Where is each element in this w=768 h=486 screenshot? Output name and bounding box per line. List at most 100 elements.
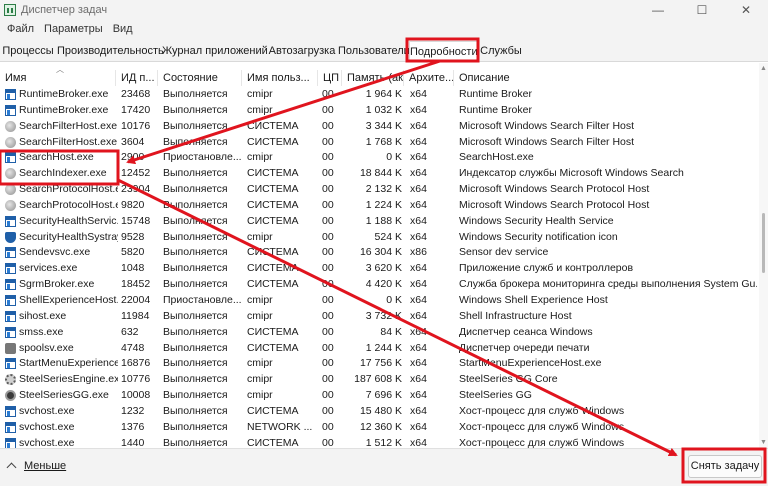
window-icon bbox=[5, 263, 16, 275]
process-name: svchost.exe bbox=[19, 404, 75, 417]
table-row[interactable]: SearchIndexer.exe 12452 Выполняется СИСТЕМА… bbox=[0, 166, 768, 182]
window-icon bbox=[5, 247, 16, 259]
cell-arch: x64 bbox=[410, 262, 427, 275]
scroll-up-icon[interactable]: ▲ bbox=[760, 65, 767, 72]
table-row[interactable]: SearchProtocolHost.e...23904 Выполняется С… bbox=[0, 182, 768, 198]
cell-status: Выполняется bbox=[163, 309, 228, 322]
table-row[interactable]: services.exe 1048 Выполняется СИСТЕМА 00 3 62… bbox=[0, 261, 768, 277]
cell-status: Выполняется bbox=[163, 389, 228, 402]
table-row[interactable]: svchost.exe 1440 Выполняется СИСТЕМА 00 1 512… bbox=[0, 436, 768, 448]
cell-name: SecurityHealthSystray... bbox=[2, 230, 118, 246]
search-icon bbox=[5, 199, 16, 211]
cell-desc: Sensor dev service bbox=[459, 246, 549, 259]
cell-desc: Служба брокера мониторинга среды выполне… bbox=[459, 278, 757, 291]
table-row[interactable]: smss.exe 632 Выполняется СИСТЕМА 00 84 K x64 Ди… bbox=[0, 325, 768, 341]
minimize-button[interactable]: — bbox=[636, 0, 680, 20]
cell-status: Выполняется bbox=[163, 357, 228, 370]
cell-name: StartMenuExperience... bbox=[2, 356, 118, 372]
table-row[interactable]: Sendevsvc.exe 5820 Выполняется СИСТЕМА 00 16 … bbox=[0, 245, 768, 261]
cell-user: cmipr bbox=[247, 293, 273, 306]
cell-desc: Windows Security Health Service bbox=[459, 214, 614, 227]
menu-file[interactable]: Файл bbox=[2, 23, 39, 35]
column-header-arch[interactable]: Архите... bbox=[406, 70, 454, 86]
cell-mem: 1 768 K bbox=[365, 135, 402, 148]
table-row[interactable]: RuntimeBroker.exe 23468 Выполняется cmipr 00… bbox=[0, 87, 768, 103]
tab-app-history[interactable]: Журнал приложений bbox=[162, 41, 268, 62]
end-task-button[interactable]: Снять задачу bbox=[688, 455, 762, 478]
window-icon bbox=[5, 104, 16, 116]
less-details-toggle[interactable]: Меньше bbox=[6, 460, 67, 473]
column-header-memory[interactable]: Память (ак... bbox=[344, 70, 404, 86]
table-row[interactable]: SearchProtocolHost.e...9820 Выполняется СИ… bbox=[0, 198, 768, 214]
cell-name: SteelSeriesGG.exe bbox=[2, 388, 118, 404]
tab-processes[interactable]: Процессы bbox=[2, 41, 54, 62]
cell-status: Выполняется bbox=[163, 404, 228, 417]
table-row[interactable]: ShellExperienceHost.... 22004 Приостановле… bbox=[0, 293, 768, 309]
column-header-pid[interactable]: ИД п... bbox=[118, 70, 158, 86]
tab-users[interactable]: Пользователи bbox=[338, 41, 410, 62]
cell-user: NETWORK ... bbox=[247, 420, 313, 433]
column-header-cpu[interactable]: ЦП bbox=[320, 70, 342, 86]
close-button[interactable]: ✕ bbox=[724, 0, 768, 20]
table-row[interactable]: SearchFilterHost.exe 10176 Выполняется СИСТ… bbox=[0, 119, 768, 135]
less-details-label: Меньше bbox=[24, 460, 67, 472]
table-row[interactable]: SteelSeriesEngine.exe 10776 Выполняется cmi… bbox=[0, 372, 768, 388]
table-row[interactable]: SecurityHealthServic... 15748 Выполняется С… bbox=[0, 214, 768, 230]
cell-pid: 12452 bbox=[121, 167, 151, 180]
cell-desc: StartMenuExperienceHost.exe bbox=[459, 357, 602, 370]
cell-status: Выполняется bbox=[163, 135, 228, 148]
cell-user: cmipr bbox=[247, 389, 273, 402]
cell-cpu: 00 bbox=[322, 167, 334, 180]
maximize-button[interactable]: ☐ bbox=[680, 0, 724, 20]
tab-services[interactable]: Службы bbox=[480, 41, 522, 62]
cell-pid: 1440 bbox=[121, 436, 145, 448]
cell-pid: 10008 bbox=[121, 389, 151, 402]
table-row[interactable]: svchost.exe 1376 Выполняется NETWORK ... 00 1… bbox=[0, 420, 768, 436]
menu-options[interactable]: Параметры bbox=[39, 23, 108, 35]
column-header-user[interactable]: Имя польз... bbox=[244, 70, 318, 86]
column-header-status[interactable]: Состояние bbox=[160, 70, 242, 86]
process-name: SecurityHealthServic... bbox=[19, 214, 118, 227]
cell-user: cmipr bbox=[247, 357, 273, 370]
vertical-scrollbar[interactable]: ▲ ▼ bbox=[759, 63, 768, 448]
cell-arch: x64 bbox=[410, 420, 427, 433]
table-row[interactable]: sihost.exe 11984 Выполняется cmipr 00 3 732 K… bbox=[0, 309, 768, 325]
search-icon bbox=[5, 184, 16, 196]
cell-name: Sendevsvc.exe bbox=[2, 245, 118, 261]
cell-pid: 15748 bbox=[121, 214, 151, 227]
cell-status: Выполняется bbox=[163, 436, 228, 448]
cell-mem: 2 132 K bbox=[365, 183, 402, 196]
window-icon bbox=[5, 421, 16, 433]
column-header-description[interactable]: Описание bbox=[456, 70, 756, 86]
cell-cpu: 00 bbox=[322, 357, 334, 370]
table-row[interactable]: svchost.exe 1232 Выполняется СИСТЕМА 00 15 48… bbox=[0, 404, 768, 420]
cell-pid: 5820 bbox=[121, 246, 145, 259]
window-title: Диспетчер задач bbox=[21, 4, 108, 16]
process-name: services.exe bbox=[19, 262, 78, 275]
cell-cpu: 00 bbox=[322, 214, 334, 227]
cell-desc: Windows Shell Experience Host bbox=[459, 293, 608, 306]
tab-startup[interactable]: Автозагрузка bbox=[267, 41, 337, 62]
menu-view[interactable]: Вид bbox=[108, 23, 138, 35]
tab-details[interactable]: Подробности bbox=[409, 41, 478, 62]
table-row[interactable]: StartMenuExperience... 16876 Выполняется cm… bbox=[0, 356, 768, 372]
table-row[interactable]: SearchFilterHost.exe 3604 Выполняется СИСТЕ… bbox=[0, 135, 768, 151]
cell-status: Выполняется bbox=[163, 214, 228, 227]
cell-name: svchost.exe bbox=[2, 404, 118, 420]
table-row[interactable]: SgrmBroker.exe 18452 Выполняется СИСТЕМА 00 4… bbox=[0, 277, 768, 293]
table-row[interactable]: SearchHost.exe 2900 Приостановле... cmipr 00… bbox=[0, 150, 768, 166]
table-row[interactable]: SecurityHealthSystray...9528 Выполняется c… bbox=[0, 230, 768, 246]
process-table: Имя ︿ ИД п... Состояние Имя польз... ЦП … bbox=[0, 63, 768, 448]
table-row[interactable]: SteelSeriesGG.exe 10008 Выполняется cmipr 00… bbox=[0, 388, 768, 404]
cell-pid: 632 bbox=[121, 325, 139, 338]
table-row[interactable]: spoolsv.exe 4748 Выполняется СИСТЕМА 00 1 244… bbox=[0, 341, 768, 357]
cell-status: Выполняется bbox=[163, 230, 228, 243]
table-row[interactable]: RuntimeBroker.exe 17420 Выполняется cmipr 00… bbox=[0, 103, 768, 119]
scroll-down-icon[interactable]: ▼ bbox=[760, 439, 767, 446]
cell-cpu: 00 bbox=[322, 230, 334, 243]
tab-performance[interactable]: Производительность bbox=[57, 41, 164, 62]
scroll-thumb[interactable] bbox=[762, 213, 765, 273]
cell-mem: 187 608 K bbox=[354, 373, 402, 386]
cell-status: Приостановле... bbox=[163, 293, 242, 306]
cell-status: Выполняется bbox=[163, 278, 228, 291]
